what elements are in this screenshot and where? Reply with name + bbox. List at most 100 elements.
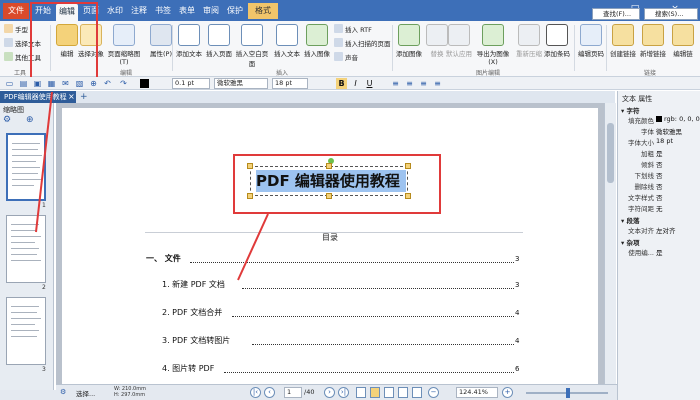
last-page-icon[interactable]: ›| bbox=[338, 387, 349, 398]
underline-button[interactable]: U bbox=[364, 78, 375, 89]
prop-value[interactable]: 微软雅黑 bbox=[656, 126, 682, 136]
tab-review[interactable]: 审阅 bbox=[200, 3, 222, 19]
insert-image-button[interactable]: 插入图像 bbox=[302, 24, 332, 58]
find-button[interactable]: 查找(F)... bbox=[592, 8, 640, 20]
prev-page-icon[interactable]: ‹ bbox=[264, 387, 275, 398]
section-char[interactable]: ▾ 字符 bbox=[621, 105, 640, 115]
prop-value[interactable]: 否 bbox=[656, 181, 663, 191]
save-icon[interactable]: ▣ bbox=[32, 78, 43, 89]
zoom-level[interactable]: 124.41% bbox=[456, 387, 498, 398]
insert-rtf-button[interactable]: 插入 RTF bbox=[334, 24, 372, 35]
vertical-scrollbar[interactable] bbox=[604, 103, 616, 384]
current-page-input[interactable]: 1 bbox=[284, 387, 302, 398]
document-tab[interactable]: PDF编辑器使用教程 bbox=[0, 91, 76, 103]
section-para[interactable]: ▾ 段落 bbox=[621, 215, 640, 225]
zoom-in-icon[interactable]: ⊕ bbox=[26, 115, 38, 126]
insert-text-button[interactable]: 插入文本 bbox=[272, 24, 302, 58]
zoom-in-icon[interactable]: + bbox=[502, 387, 513, 398]
add-image-button[interactable]: 添加图像 bbox=[394, 24, 424, 58]
print-icon[interactable]: ▦ bbox=[46, 78, 57, 89]
justify-icon[interactable]: ≡ bbox=[432, 78, 443, 89]
zoom-icon[interactable]: ⊕ bbox=[88, 78, 99, 89]
email-icon[interactable]: ✉ bbox=[60, 78, 71, 89]
facing-continuous-icon[interactable] bbox=[398, 387, 408, 398]
gear-icon[interactable]: ⚙ bbox=[60, 388, 66, 396]
scan-icon[interactable]: ▧ bbox=[74, 78, 85, 89]
redo-icon[interactable]: ↷ bbox=[118, 78, 129, 89]
fill-color-swatch[interactable] bbox=[140, 79, 149, 88]
file-menu[interactable]: 文件 bbox=[3, 3, 29, 19]
tab-protect[interactable]: 保护 bbox=[224, 3, 246, 19]
add-tab-icon[interactable]: + bbox=[80, 91, 88, 103]
tab-comment[interactable]: 注释 bbox=[128, 3, 150, 19]
prop-value[interactable]: 是 bbox=[656, 148, 663, 158]
prop-value[interactable]: 18 pt bbox=[656, 137, 673, 145]
thumbnail-page-1[interactable] bbox=[6, 133, 46, 201]
edit-page-number-button[interactable]: 编辑页码 bbox=[576, 24, 606, 58]
prop-value[interactable]: 无 bbox=[656, 203, 663, 213]
align-right-icon[interactable]: ≡ bbox=[418, 78, 429, 89]
toc-item[interactable]: 1. 新建 PDF 文档 bbox=[162, 280, 225, 290]
pdf-page[interactable]: PDF 编辑器使用教程 目录 一、 文件 3 1. 新建 PDF 文档 3 2.… bbox=[62, 108, 598, 388]
zoom-out-icon[interactable]: − bbox=[428, 387, 439, 398]
undo-icon[interactable]: ↶ bbox=[102, 78, 113, 89]
insert-page-button[interactable]: 插入页面 bbox=[204, 24, 234, 58]
prop-value[interactable]: 否 bbox=[656, 159, 663, 169]
create-link-button[interactable]: 创建链接 bbox=[608, 24, 638, 58]
new-link-button[interactable]: 新增链接 bbox=[638, 24, 668, 58]
prop-label: 下划线 bbox=[634, 172, 655, 180]
zoom-slider[interactable] bbox=[526, 388, 608, 398]
continuous-view-icon[interactable] bbox=[370, 387, 380, 398]
bold-button[interactable]: B bbox=[336, 78, 347, 89]
recompress-button[interactable]: 重新压缩 bbox=[514, 24, 544, 58]
prop-value[interactable]: 否 bbox=[656, 192, 663, 202]
group-label-image: 图片编辑 bbox=[476, 70, 501, 77]
thumbnail-number: 3 bbox=[42, 366, 46, 373]
insert-blank-page-button[interactable]: 插入空白页面 bbox=[234, 24, 270, 68]
align-center-icon[interactable]: ≡ bbox=[404, 78, 415, 89]
toc-item[interactable]: 一、 文件 bbox=[146, 254, 181, 264]
open-icon[interactable]: ▤ bbox=[18, 78, 29, 89]
zoom-slider-handle[interactable] bbox=[566, 388, 570, 398]
toc-item[interactable]: 3. PDF 文档转图片 bbox=[162, 336, 230, 346]
sound-button[interactable]: 声音 bbox=[334, 52, 358, 63]
thumbnail-page-2[interactable] bbox=[6, 215, 46, 283]
scrollbar-thumb[interactable] bbox=[607, 123, 614, 183]
tab-form[interactable]: 表单 bbox=[176, 3, 198, 19]
prop-value[interactable]: 是 bbox=[656, 247, 663, 257]
next-page-icon[interactable]: › bbox=[324, 387, 335, 398]
align-left-icon[interactable]: ≡ bbox=[390, 78, 401, 89]
close-tab-icon[interactable]: × bbox=[68, 91, 76, 103]
first-page-icon[interactable]: |‹ bbox=[250, 387, 261, 398]
add-text-button[interactable]: 添加文本 bbox=[174, 24, 204, 58]
font-size-select[interactable]: 18 pt bbox=[272, 78, 308, 89]
export-image-button[interactable]: 导出为图像(X) bbox=[472, 24, 514, 66]
new-doc-icon[interactable]: ▭ bbox=[4, 78, 15, 89]
edit-link-button[interactable]: 编辑链 bbox=[668, 24, 698, 58]
prop-value[interactable]: 左对齐 bbox=[656, 225, 676, 235]
tab-watermark[interactable]: 水印 bbox=[104, 3, 126, 19]
facing-view-icon[interactable] bbox=[384, 387, 394, 398]
insert-scanned-page-button[interactable]: 插入扫描的页面 bbox=[334, 38, 391, 49]
tab-bookmark[interactable]: 书签 bbox=[152, 3, 174, 19]
toc-item[interactable]: 4. 图片转 PDF bbox=[162, 364, 214, 374]
tab-format[interactable]: 格式 bbox=[248, 3, 278, 19]
single-page-view-icon[interactable] bbox=[356, 387, 366, 398]
default-apply-button[interactable]: 默认应用 bbox=[444, 24, 474, 58]
hand-tool[interactable]: 手型 bbox=[4, 24, 28, 35]
section-misc[interactable]: ▾ 杂项 bbox=[621, 237, 640, 247]
thumbnail-page-3[interactable] bbox=[6, 297, 46, 365]
toc-item[interactable]: 2. PDF 文档合并 bbox=[162, 308, 222, 318]
prop-value[interactable]: 否 bbox=[656, 170, 663, 180]
fill-color-swatch[interactable] bbox=[656, 116, 662, 122]
search-input[interactable]: 搜索(S)... bbox=[644, 8, 698, 20]
fit-page-icon[interactable] bbox=[412, 387, 422, 398]
add-barcode-button[interactable]: 添加条码 bbox=[542, 24, 572, 58]
italic-button[interactable]: I bbox=[350, 78, 361, 89]
line-width-field[interactable]: 0.1 pt bbox=[172, 78, 210, 89]
page-thumbnail-button[interactable]: 页面缩略图(T) bbox=[104, 24, 144, 66]
gear-icon[interactable]: ⚙ bbox=[3, 115, 15, 126]
font-name-select[interactable]: 微软雅黑 bbox=[214, 78, 268, 89]
prop-value[interactable]: rgb: 0, 0, 0 bbox=[664, 115, 700, 123]
select-mode-label[interactable]: 选择... bbox=[76, 388, 95, 398]
